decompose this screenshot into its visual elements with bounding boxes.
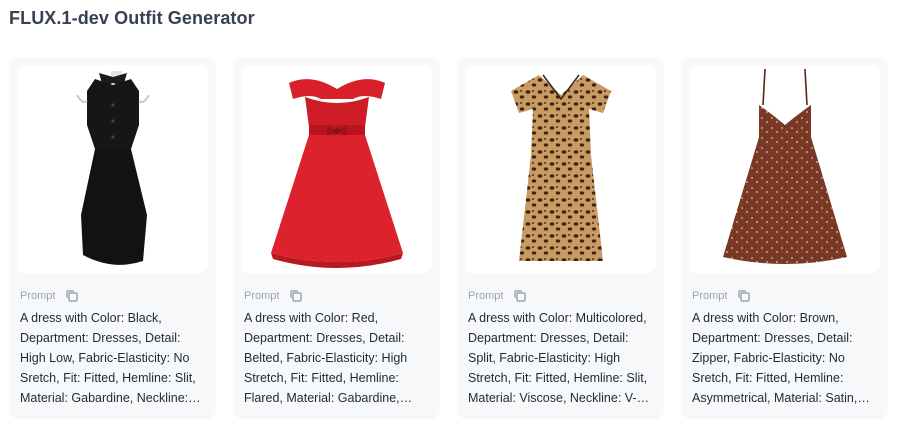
gallery-card[interactable]: Prompt A dress with Color: Multicolored,… <box>457 57 664 419</box>
prompt-label: Prompt <box>20 290 56 302</box>
gallery-grid: Prompt A dress with Color: Black, Depart… <box>9 57 909 419</box>
dress-image[interactable] <box>465 65 656 273</box>
prompt-header: Prompt <box>468 289 527 303</box>
gallery-card[interactable]: Prompt A dress with Color: Brown, Depart… <box>681 57 888 419</box>
page-title: FLUX.1-dev Outfit Generator <box>9 8 255 28</box>
brown-floral-slip-dress-icon <box>723 68 847 264</box>
prompt-text: A dress with Color: Brown, Department: D… <box>692 311 858 405</box>
prompt-text: A dress with Color: Multicolored, Depart… <box>468 311 648 405</box>
dress-image[interactable] <box>241 65 432 273</box>
prompt-label: Prompt <box>244 290 280 302</box>
prompt-header: Prompt <box>20 289 79 303</box>
gallery-card[interactable]: Prompt A dress with Color: Red, Departme… <box>233 57 440 419</box>
prompt-text: A dress with Color: Black, Department: D… <box>20 311 196 405</box>
copy-icon[interactable] <box>737 289 751 303</box>
black-shirt-dress-icon <box>76 71 150 265</box>
copy-icon[interactable] <box>513 289 527 303</box>
prompt-header: Prompt <box>244 289 303 303</box>
dress-image[interactable] <box>17 65 208 273</box>
prompt-text: A dress with Color: Red, Department: Dre… <box>244 311 408 405</box>
red-off-shoulder-dress-icon <box>271 79 403 268</box>
leopard-print-dress-icon <box>511 74 611 261</box>
gallery-card[interactable]: Prompt A dress with Color: Black, Depart… <box>9 57 216 419</box>
prompt-label: Prompt <box>468 290 504 302</box>
prompt-header: Prompt <box>692 289 751 303</box>
copy-icon[interactable] <box>289 289 303 303</box>
dress-image[interactable] <box>689 65 880 273</box>
copy-icon[interactable] <box>65 289 79 303</box>
prompt-label: Prompt <box>692 290 728 302</box>
